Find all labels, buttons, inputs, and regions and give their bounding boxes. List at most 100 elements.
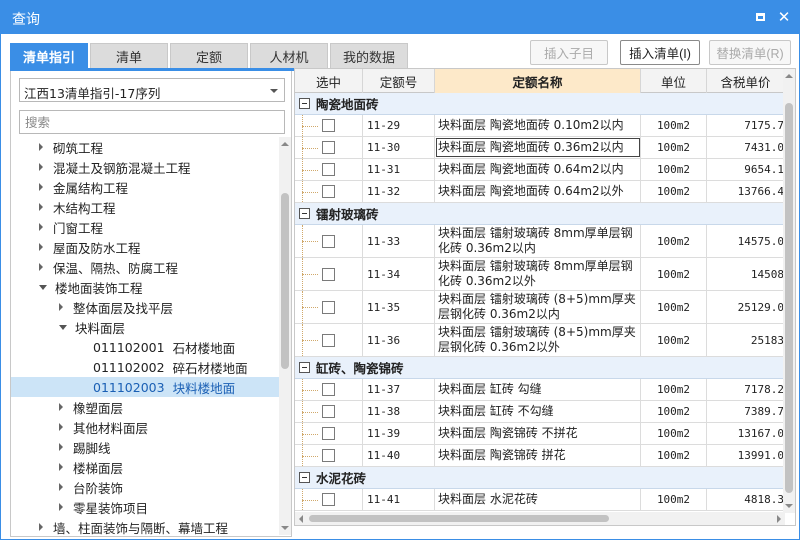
column-header[interactable]: 单位 (641, 69, 707, 93)
tree-node[interactable]: 台阶装饰 (11, 477, 279, 497)
table-row[interactable]: 11-39 块料面层 陶瓷锦砖 不拼花 100m2 13167.0 (295, 423, 785, 445)
tree-node[interactable]: 踢脚线 (11, 437, 279, 457)
row-checkbox[interactable] (322, 383, 335, 396)
scroll-thumb[interactable] (281, 193, 289, 369)
quota-name[interactable]: 块料面层 镭射玻璃砖 (8+5)mm厚夹层钢化砖 0.36m2以内 (435, 291, 641, 323)
search-input[interactable] (19, 110, 285, 134)
table-row[interactable]: 11-30 块料面层 陶瓷地面砖 0.36m2以内 100m2 7431.0 (295, 137, 785, 159)
maximize-button[interactable] (752, 9, 768, 25)
table-row[interactable]: 11-34 块料面层 镭射玻璃砖 8mm厚单层钢化砖 0.36m2以外 100m2 1… (295, 258, 785, 291)
expand-arrow-icon[interactable] (39, 183, 43, 191)
tree-node[interactable]: 金属结构工程 (11, 177, 279, 197)
scroll-thumb[interactable] (785, 103, 793, 493)
collapse-arrow-icon[interactable] (39, 284, 47, 290)
row-checkbox[interactable] (322, 493, 335, 506)
close-button[interactable]: ✕ (776, 9, 792, 25)
tree-node[interactable]: 零星装饰项目 (11, 497, 279, 517)
scroll-left-icon[interactable] (299, 515, 303, 523)
tab-2[interactable]: 定额 (170, 43, 248, 69)
quota-name[interactable]: 块料面层 陶瓷锦砖 不拼花 (435, 423, 641, 444)
scroll-right-icon[interactable] (777, 515, 781, 523)
expand-arrow-icon[interactable] (39, 223, 43, 231)
expand-arrow-icon[interactable] (39, 263, 43, 271)
column-header[interactable]: 含税单价 (707, 69, 785, 93)
table-row[interactable]: 11-35 块料面层 镭射玻璃砖 (8+5)mm厚夹层钢化砖 0.36m2以内 10… (295, 291, 785, 324)
quota-name[interactable]: 块料面层 缸砖 勾缝 (435, 379, 641, 400)
quota-name[interactable]: 块料面层 陶瓷地面砖 0.10m2以内 (435, 115, 641, 136)
tree-node[interactable]: 门窗工程 (11, 217, 279, 237)
row-checkbox[interactable] (322, 449, 335, 462)
scroll-down-icon[interactable] (281, 526, 289, 530)
expand-arrow-icon[interactable] (39, 163, 43, 171)
table-row[interactable]: 11-37 块料面层 缸砖 勾缝 100m2 7178.2 (295, 379, 785, 401)
tree-node[interactable]: 木结构工程 (11, 197, 279, 217)
row-checkbox[interactable] (322, 234, 335, 248)
row-checkbox[interactable] (322, 300, 335, 314)
expand-arrow-icon[interactable] (59, 423, 63, 431)
tab-4[interactable]: 我的数据 (330, 43, 408, 69)
quota-name[interactable]: 块料面层 镭射玻璃砖 8mm厚单层钢化砖 0.36m2以外 (435, 258, 641, 290)
tree-node[interactable]: 楼梯面层 (11, 457, 279, 477)
collapse-arrow-icon[interactable] (59, 324, 67, 330)
scroll-up-icon[interactable] (785, 74, 793, 78)
tree-node[interactable]: 楼地面装饰工程 (11, 277, 279, 297)
expand-arrow-icon[interactable] (39, 243, 43, 251)
row-checkbox[interactable] (322, 427, 335, 440)
tree-node[interactable]: 其他材料面层 (11, 417, 279, 437)
table-row[interactable]: 11-38 块料面层 缸砖 不勾缝 100m2 7389.7 (295, 401, 785, 423)
column-header[interactable]: 选中 (295, 69, 363, 93)
quota-name[interactable]: 块料面层 陶瓷地面砖 0.64m2以内 (435, 159, 641, 180)
table-row[interactable]: 11-31 块料面层 陶瓷地面砖 0.64m2以内 100m2 9654.1 (295, 159, 785, 181)
expand-arrow-icon[interactable] (59, 463, 63, 471)
row-checkbox[interactable] (322, 163, 335, 176)
tree-scrollbar[interactable] (279, 137, 291, 535)
quota-name[interactable]: 块料面层 缸砖 不勾缝 (435, 401, 641, 422)
tab-0[interactable]: 清单指引 (10, 43, 88, 69)
table-row[interactable]: 11-32 块料面层 陶瓷地面砖 0.64m2以外 100m2 13766.4 (295, 181, 785, 203)
replace-list-button[interactable]: 替换清单(R) (709, 40, 791, 65)
collapse-box-icon[interactable] (299, 472, 310, 483)
expand-arrow-icon[interactable] (59, 303, 63, 311)
table-row[interactable]: 11-36 块料面层 镭射玻璃砖 (8+5)mm厚夹层钢化砖 0.36m2以外 10… (295, 324, 785, 357)
table-row[interactable]: 11-40 块料面层 陶瓷锦砖 拼花 100m2 13991.0 (295, 445, 785, 467)
quota-name[interactable]: 块料面层 镭射玻璃砖 (8+5)mm厚夹层钢化砖 0.36m2以外 (435, 324, 641, 356)
tree-node[interactable]: 块料面层 (11, 317, 279, 337)
tree-node[interactable]: 屋面及防水工程 (11, 237, 279, 257)
expand-arrow-icon[interactable] (39, 523, 43, 531)
scroll-up-icon[interactable] (281, 142, 289, 146)
scroll-thumb[interactable] (309, 515, 609, 522)
quota-name[interactable]: 块料面层 陶瓷地面砖 0.36m2以内 (435, 137, 641, 158)
scroll-down-icon[interactable] (785, 504, 793, 508)
tree-node[interactable]: 墙、柱面装饰与隔断、幕墙工程 (11, 517, 279, 535)
expand-arrow-icon[interactable] (59, 483, 63, 491)
tree-node[interactable]: 橡塑面层 (11, 397, 279, 417)
table-row[interactable]: 11-41 块料面层 水泥花砖 100m2 4818.3 (295, 489, 785, 511)
tree-node[interactable]: 整体面层及找平层 (11, 297, 279, 317)
quota-name[interactable]: 块料面层 水泥花砖 (435, 489, 641, 510)
column-header[interactable]: 定额名称 (435, 69, 641, 93)
row-checkbox[interactable] (322, 333, 335, 347)
grid-horizontal-scrollbar[interactable] (295, 512, 785, 525)
tree-node[interactable]: 砌筑工程 (11, 137, 279, 157)
collapse-box-icon[interactable] (299, 362, 310, 373)
row-checkbox[interactable] (322, 267, 335, 281)
insert-list-button[interactable]: 插入清单(I) (620, 40, 700, 65)
grid-vertical-scrollbar[interactable] (783, 69, 795, 513)
group-row[interactable]: 镭射玻璃砖 (295, 203, 785, 225)
insert-child-button[interactable]: 插入子目 (530, 40, 608, 65)
tree-node[interactable]: 011102001 石材楼地面 (11, 337, 279, 357)
row-checkbox[interactable] (322, 141, 335, 154)
tab-1[interactable]: 清单 (90, 43, 168, 69)
row-checkbox[interactable] (322, 119, 335, 132)
quota-name[interactable]: 块料面层 陶瓷锦砖 拼花 (435, 445, 641, 466)
table-row[interactable]: 11-29 块料面层 陶瓷地面砖 0.10m2以内 100m2 7175.7 (295, 115, 785, 137)
group-row[interactable]: 缸砖、陶瓷锦砖 (295, 357, 785, 379)
expand-arrow-icon[interactable] (59, 403, 63, 411)
expand-arrow-icon[interactable] (59, 443, 63, 451)
column-header[interactable]: 定额号 (363, 69, 435, 93)
guide-library-select[interactable]: 江西13清单指引-17序列 (19, 78, 285, 102)
group-row[interactable]: 水泥花砖 (295, 467, 785, 489)
quota-name[interactable]: 块料面层 镭射玻璃砖 8mm厚单层钢化砖 0.36m2以内 (435, 225, 641, 257)
group-row[interactable]: 陶瓷地面砖 (295, 93, 785, 115)
table-row[interactable]: 11-33 块料面层 镭射玻璃砖 8mm厚单层钢化砖 0.36m2以内 100m2 1… (295, 225, 785, 258)
